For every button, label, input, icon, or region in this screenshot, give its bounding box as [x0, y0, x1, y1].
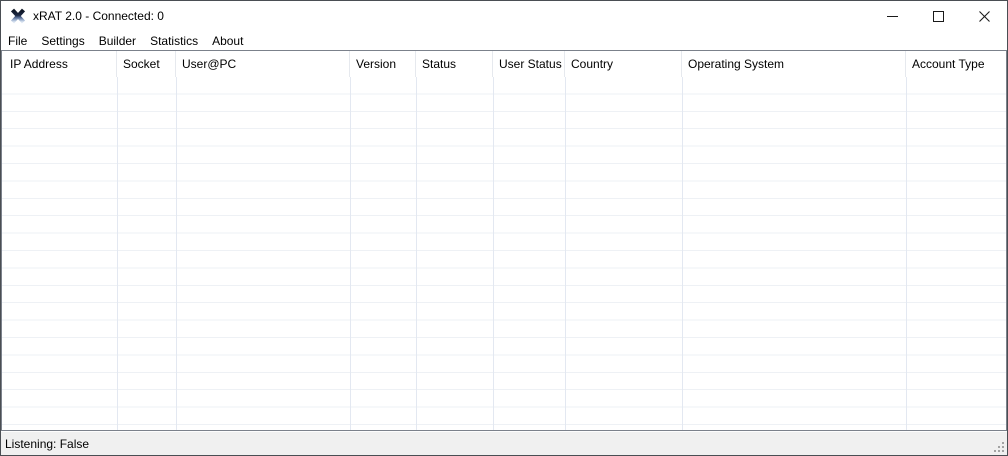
grid-column-line	[906, 77, 907, 430]
window-title: xRAT 2.0 - Connected: 0	[33, 9, 164, 23]
listview-header: IP Address Socket User@PC Version Status…	[2, 51, 1006, 77]
menubar: File Settings Builder Statistics About	[1, 31, 1007, 50]
xrat-x-logo-icon[interactable]	[10, 8, 26, 24]
column-header-socket[interactable]: Socket	[117, 51, 176, 77]
column-header-ip-address[interactable]: IP Address	[2, 51, 117, 77]
titlebar[interactable]: xRAT 2.0 - Connected: 0	[1, 1, 1007, 31]
resize-grip-icon[interactable]	[992, 440, 1005, 453]
grid-column-line	[350, 77, 351, 430]
grid-column-line	[565, 77, 566, 430]
column-header-user-pc[interactable]: User@PC	[176, 51, 350, 77]
column-header-country[interactable]: Country	[565, 51, 682, 77]
column-header-user-status[interactable]: User Status	[493, 51, 565, 77]
app-window: xRAT 2.0 - Connected: 0 File Settings Bu…	[0, 0, 1008, 456]
menu-item-builder[interactable]: Builder	[92, 31, 143, 50]
menu-item-settings[interactable]: Settings	[34, 31, 91, 50]
minimize-icon	[886, 15, 898, 17]
grid-column-line	[117, 77, 118, 430]
column-header-status[interactable]: Status	[416, 51, 493, 77]
listening-status-label: Listening: False	[5, 436, 90, 451]
close-icon	[978, 10, 990, 22]
grid-column-line	[493, 77, 494, 430]
caption-buttons	[869, 1, 1007, 31]
grid-column-line	[416, 77, 417, 430]
column-header-operating-system[interactable]: Operating System	[682, 51, 906, 77]
column-header-account-type[interactable]: Account Type	[906, 51, 1006, 77]
minimize-button[interactable]	[869, 1, 915, 31]
menu-item-about[interactable]: About	[205, 31, 250, 50]
maximize-icon	[932, 10, 944, 22]
listview-body-empty[interactable]	[2, 77, 1006, 430]
maximize-button[interactable]	[915, 1, 961, 31]
clients-listview[interactable]: IP Address Socket User@PC Version Status…	[1, 50, 1007, 431]
menu-item-file[interactable]: File	[1, 31, 34, 50]
grid-column-line	[176, 77, 177, 430]
close-button[interactable]	[961, 1, 1007, 31]
menu-item-statistics[interactable]: Statistics	[143, 31, 205, 50]
grid-column-line	[682, 77, 683, 430]
statusbar: Listening: False	[1, 431, 1007, 455]
column-header-version[interactable]: Version	[350, 51, 416, 77]
